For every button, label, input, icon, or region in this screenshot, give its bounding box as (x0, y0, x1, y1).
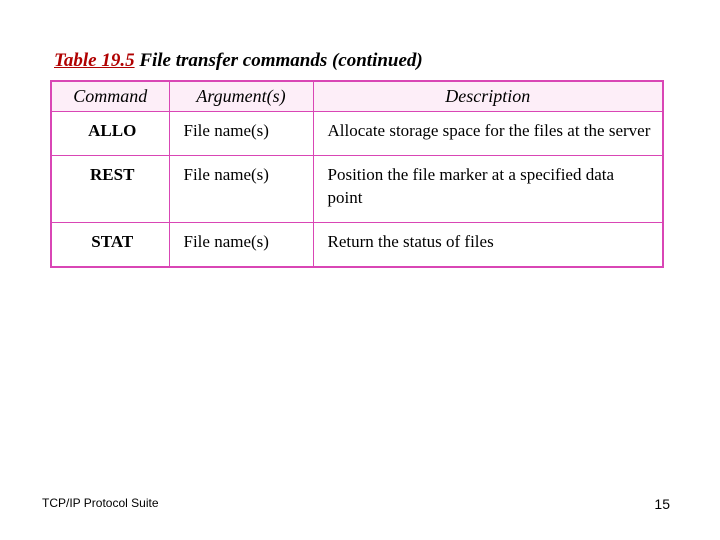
table-row: REST File name(s) Position the file mark… (51, 155, 663, 222)
footer-source: TCP/IP Protocol Suite (42, 496, 159, 510)
table-row: ALLO File name(s) Allocate storage space… (51, 112, 663, 156)
cell-arguments: File name(s) (169, 222, 313, 266)
cell-description: Position the file marker at a specified … (313, 155, 663, 222)
header-arguments: Argument(s) (169, 81, 313, 112)
table-number: Table 19.5 (54, 50, 135, 71)
cell-description: Return the status of files (313, 222, 663, 266)
table-caption: Table 19.5 File transfer commands (conti… (50, 50, 670, 72)
page-number: 15 (654, 496, 670, 512)
commands-table: Command Argument(s) Description ALLO Fil… (50, 80, 664, 268)
caption-text: File transfer commands (continued) (135, 50, 423, 71)
header-description: Description (313, 81, 663, 112)
table-row: STAT File name(s) Return the status of f… (51, 222, 663, 266)
cell-description: Allocate storage space for the files at … (313, 112, 663, 156)
header-command: Command (51, 81, 169, 112)
cell-command: ALLO (51, 112, 169, 156)
cell-command: REST (51, 155, 169, 222)
cell-arguments: File name(s) (169, 155, 313, 222)
table-header-row: Command Argument(s) Description (51, 81, 663, 112)
cell-command: STAT (51, 222, 169, 266)
slide-content: Table 19.5 File transfer commands (conti… (0, 0, 720, 268)
cell-arguments: File name(s) (169, 112, 313, 156)
